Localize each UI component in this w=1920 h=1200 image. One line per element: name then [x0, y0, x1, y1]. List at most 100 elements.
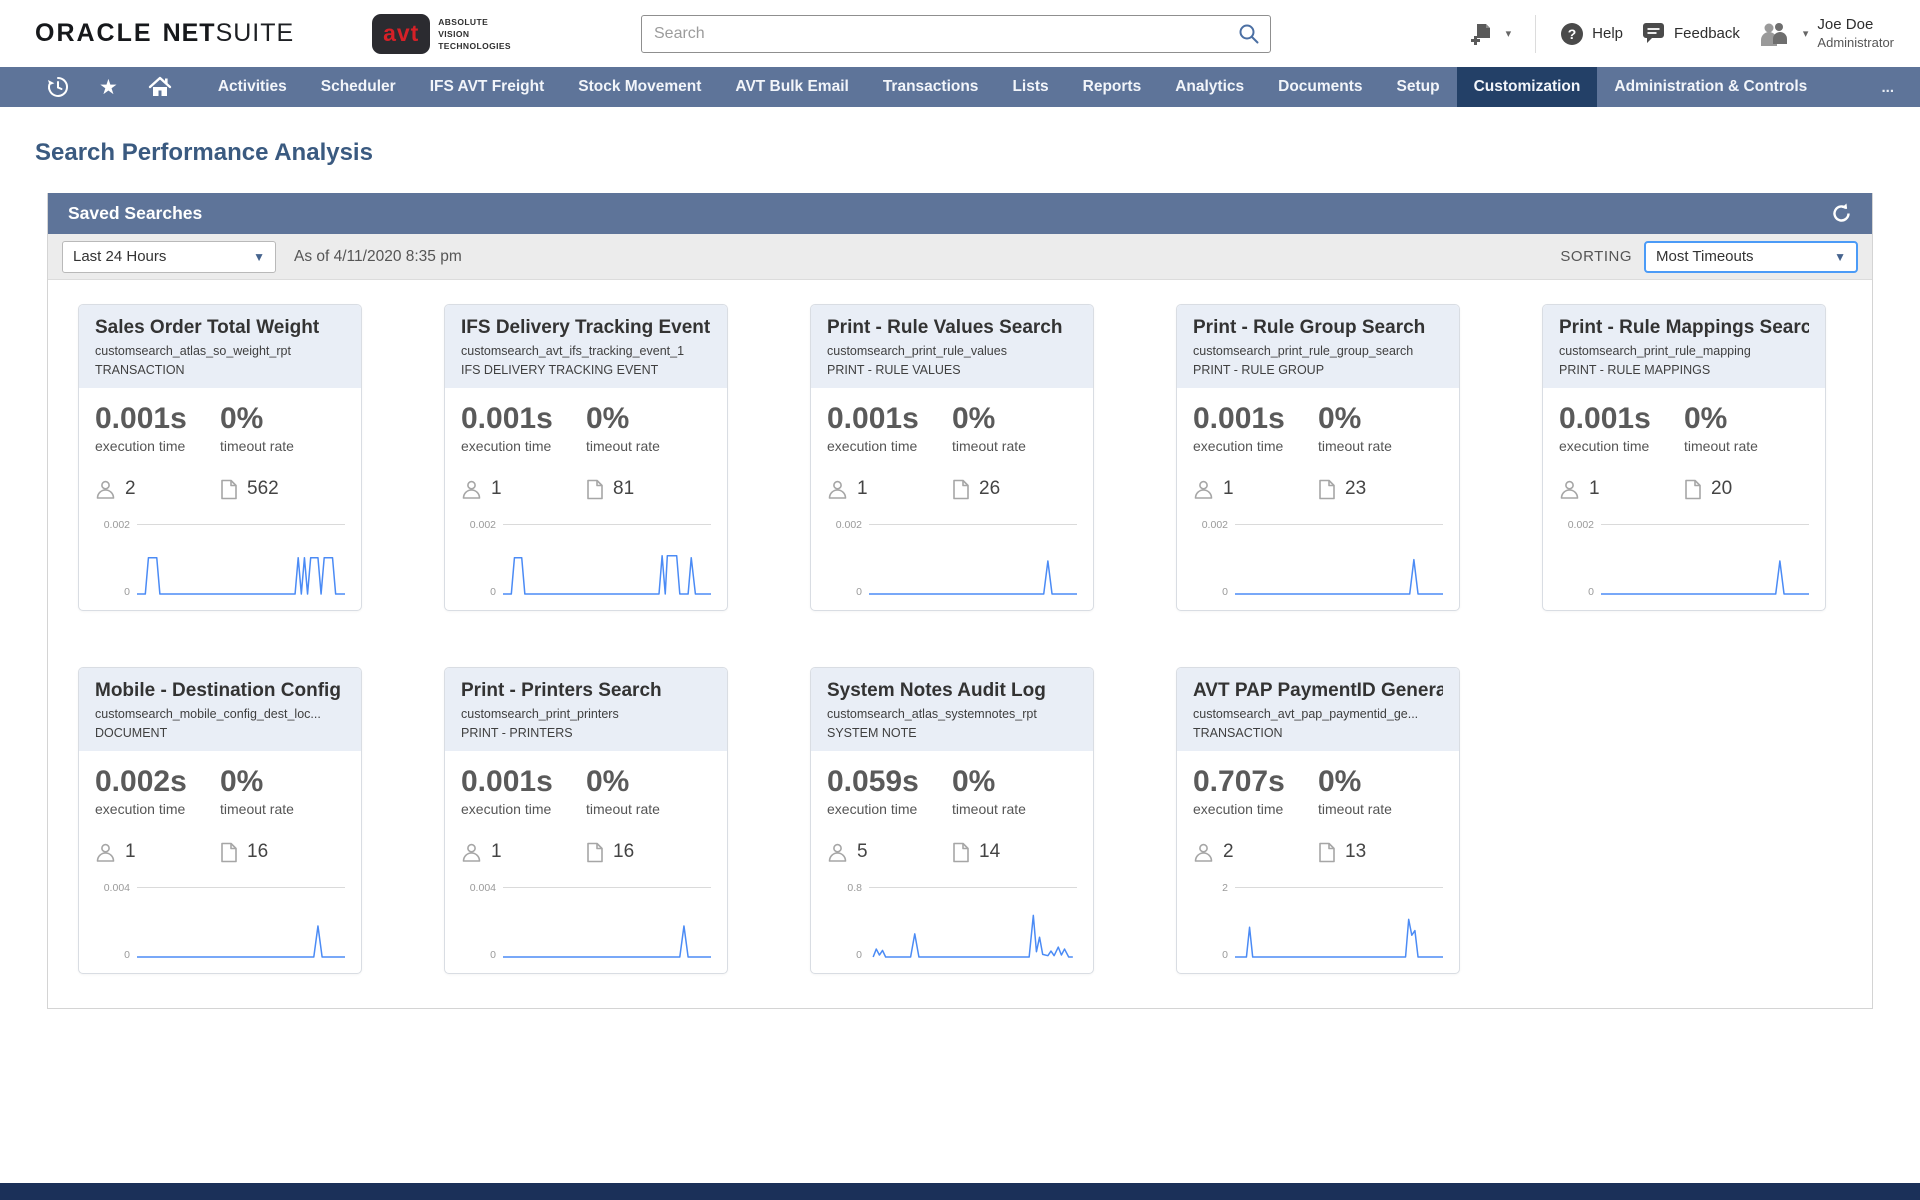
company-name-lines: ABSOLUTE VISION TECHNOLOGIES	[438, 17, 511, 51]
card-metrics: 0.707s execution time 0% timeout rate	[1193, 765, 1443, 817]
runs-count-value: 81	[613, 478, 634, 500]
recent-records-button[interactable]	[32, 67, 84, 107]
timeout-rate-value: 0%	[952, 765, 1077, 798]
nav-item-administration-controls[interactable]: Administration & Controls	[1597, 67, 1824, 107]
nav-item-transactions[interactable]: Transactions	[866, 67, 996, 107]
time-range-select[interactable]: Last 24 Hours ▼	[62, 241, 276, 273]
card-title: AVT PAP PaymentID Genera...	[1193, 680, 1443, 702]
execution-time-label: execution time	[461, 801, 586, 817]
card-title: Print - Rule Values Search	[827, 317, 1077, 339]
person-icon	[95, 479, 116, 500]
users-count: 2	[1193, 841, 1318, 863]
card-record-type: DOCUMENT	[95, 726, 345, 740]
timeout-rate-label: timeout rate	[952, 801, 1077, 817]
execution-time-label: execution time	[1193, 438, 1318, 454]
help-button[interactable]: ? Help	[1560, 22, 1623, 46]
nav-item-reports[interactable]: Reports	[1066, 67, 1159, 107]
avt-badge: avt	[372, 14, 430, 54]
search-input[interactable]	[641, 15, 1271, 53]
timeout-rate-label: timeout rate	[1684, 438, 1809, 454]
execution-time-label: execution time	[827, 438, 952, 454]
y-min-label: 0	[490, 949, 496, 961]
timeout-rate-metric: 0% timeout rate	[586, 765, 711, 817]
runs-count: 16	[586, 841, 711, 863]
y-min-label: 0	[124, 586, 130, 598]
saved-search-card[interactable]: Mobile - Destination Config ... customse…	[78, 667, 362, 974]
saved-search-card[interactable]: Print - Rule Mappings Search customsearc…	[1542, 304, 1826, 611]
nav-item-setup[interactable]: Setup	[1380, 67, 1457, 107]
nav-item-lists[interactable]: Lists	[995, 67, 1065, 107]
timeout-rate-value: 0%	[1684, 402, 1809, 435]
execution-time-metric: 0.001s execution time	[461, 765, 586, 817]
nav-item-ifs-avt-freight[interactable]: IFS AVT Freight	[413, 67, 562, 107]
chevron-down-icon: ▾	[1506, 27, 1512, 40]
nav-item-scheduler[interactable]: Scheduler	[304, 67, 413, 107]
help-label: Help	[1592, 25, 1623, 42]
nav-item-customization[interactable]: Customization	[1457, 67, 1598, 107]
sparkline-y-labels: 0.004 0	[95, 887, 137, 957]
nav-item-stock-movement[interactable]: Stock Movement	[561, 67, 718, 107]
card-record-type: TRANSACTION	[1193, 726, 1443, 740]
person-icon	[461, 842, 482, 863]
refresh-button[interactable]	[1831, 203, 1852, 224]
saved-search-card[interactable]: System Notes Audit Log customsearch_atla…	[810, 667, 1094, 974]
nav-item-avt-bulk-email[interactable]: AVT Bulk Email	[718, 67, 865, 107]
sparkline-chart: 0.002 0	[95, 524, 345, 594]
card-search-id: customsearch_avt_ifs_tracking_event_1	[461, 344, 711, 358]
execution-time-metric: 0.001s execution time	[827, 402, 952, 454]
nav-item-analytics[interactable]: Analytics	[1158, 67, 1261, 107]
feedback-button[interactable]: Feedback	[1641, 22, 1740, 46]
as-of-timestamp: As of 4/11/2020 8:35 pm	[294, 248, 462, 266]
main-nav: ★ ActivitiesSchedulerIFS AVT FreightStoc…	[0, 67, 1920, 107]
card-counts: 2 562	[95, 478, 345, 500]
user-menu[interactable]: ▾ Joe Doe Administrator	[1758, 16, 1894, 51]
saved-search-card[interactable]: Print - Printers Search customsearch_pri…	[444, 667, 728, 974]
nav-item-documents[interactable]: Documents	[1261, 67, 1379, 107]
users-count-value: 1	[491, 478, 502, 500]
search-icon[interactable]	[1237, 22, 1261, 51]
y-min-label: 0	[490, 586, 496, 598]
company-line-1: ABSOLUTE	[438, 17, 511, 27]
timeout-rate-value: 0%	[952, 402, 1077, 435]
netsuite-wordmark-bold: NET	[163, 19, 216, 48]
chevron-down-icon: ▾	[1803, 27, 1809, 40]
sparkline-y-labels: 0.002 0	[827, 524, 869, 594]
saved-search-card[interactable]: Print - Rule Values Search customsearch_…	[810, 304, 1094, 611]
person-icon	[1193, 479, 1214, 500]
sparkline-plot	[869, 887, 1077, 957]
timeout-rate-metric: 0% timeout rate	[952, 402, 1077, 454]
oracle-netsuite-logo[interactable]: ORACLE NETSUITE	[35, 19, 294, 48]
document-icon	[952, 842, 970, 863]
execution-time-metric: 0.001s execution time	[461, 402, 586, 454]
execution-time-value: 0.001s	[461, 402, 586, 435]
shortcuts-button[interactable]: ★	[84, 67, 133, 107]
sparkline-y-labels: 0.002 0	[95, 524, 137, 594]
card-record-type: PRINT - RULE MAPPINGS	[1559, 363, 1809, 377]
saved-search-card[interactable]: IFS Delivery Tracking Event ... customse…	[444, 304, 728, 611]
runs-count: 81	[586, 478, 711, 500]
sparkline-chart: 0.002 0	[1559, 524, 1809, 594]
nav-item-activities[interactable]: Activities	[201, 67, 304, 107]
create-new-button[interactable]: ▾	[1470, 21, 1512, 47]
sparkline-y-labels: 0.002 0	[1193, 524, 1235, 594]
sorting-select[interactable]: Most Timeouts ▼	[1644, 241, 1858, 273]
saved-search-card[interactable]: Sales Order Total Weight customsearch_at…	[78, 304, 362, 611]
users-count-value: 2	[1223, 841, 1234, 863]
nav-items: ActivitiesSchedulerIFS AVT FreightStock …	[201, 67, 1824, 107]
top-header: ORACLE NETSUITE avt ABSOLUTE VISION TECH…	[0, 0, 1920, 67]
runs-count: 23	[1318, 478, 1443, 500]
saved-search-card[interactable]: AVT PAP PaymentID Genera... customsearch…	[1176, 667, 1460, 974]
execution-time-metric: 0.001s execution time	[95, 402, 220, 454]
card-body: 0.001s execution time 0% timeout rate 1	[445, 388, 727, 610]
sparkline-chart: 0.004 0	[461, 887, 711, 957]
nav-overflow-button[interactable]: ...	[1855, 67, 1920, 107]
page-title: Search Performance Analysis	[35, 139, 1873, 167]
home-button[interactable]	[133, 67, 187, 107]
card-search-id: customsearch_print_rule_values	[827, 344, 1077, 358]
new-record-icon	[1470, 21, 1496, 47]
saved-search-card[interactable]: Print - Rule Group Search customsearch_p…	[1176, 304, 1460, 611]
card-header: Print - Rule Group Search customsearch_p…	[1177, 305, 1459, 388]
card-title: IFS Delivery Tracking Event ...	[461, 317, 711, 339]
card-body: 0.001s execution time 0% timeout rate 1	[811, 388, 1093, 610]
document-icon	[586, 842, 604, 863]
